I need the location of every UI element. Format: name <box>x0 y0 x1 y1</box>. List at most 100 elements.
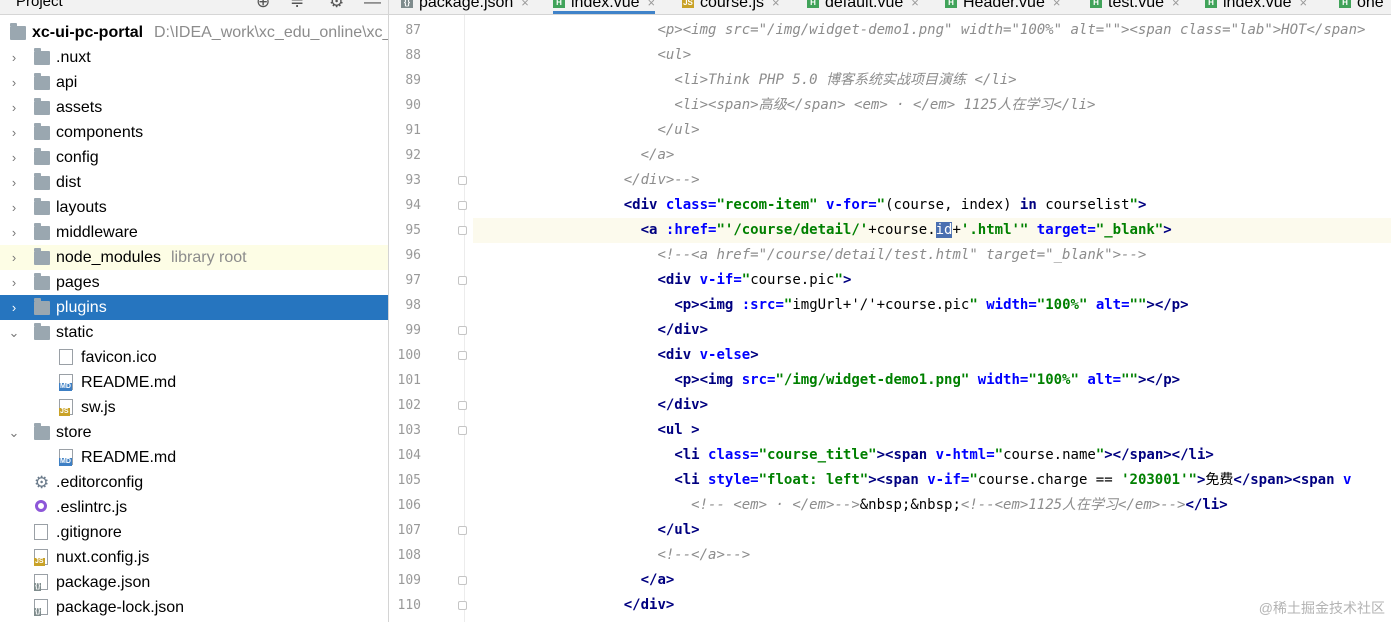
chevron-right-icon[interactable]: › <box>7 295 21 320</box>
code-line[interactable]: </div> <box>473 593 1391 618</box>
code-line[interactable]: </div> <box>473 318 1391 343</box>
chevron-right-icon[interactable]: › <box>7 45 21 70</box>
close-tab-icon[interactable]: × <box>648 0 656 10</box>
editor-tab[interactable]: Htest.vue × <box>1090 0 1180 14</box>
fold-marker-icon[interactable] <box>458 401 467 410</box>
chevron-right-icon[interactable]: › <box>7 170 21 195</box>
collapse-all-icon[interactable]: ≑ <box>290 0 304 12</box>
code-line[interactable]: <!--</a>--> <box>473 543 1391 568</box>
chevron-down-icon[interactable]: ⌄ <box>7 320 21 345</box>
settings-gear-icon[interactable]: ⚙ <box>329 0 344 12</box>
vue-file-icon: H <box>1339 0 1351 8</box>
tree-item[interactable]: › api <box>0 70 388 95</box>
editor-tab-label: default.vue <box>825 0 904 11</box>
close-tab-icon[interactable]: × <box>1172 0 1180 10</box>
code-line[interactable]: </a> <box>473 143 1391 168</box>
code-line[interactable]: <li>Think PHP 5.0 博客系统实战项目演练 </li> <box>473 68 1391 93</box>
fold-marker-icon[interactable] <box>458 351 467 360</box>
fold-marker-icon[interactable] <box>458 526 467 535</box>
fold-marker-icon[interactable] <box>458 226 467 235</box>
code-line[interactable]: <ul > <box>473 418 1391 443</box>
chevron-right-icon[interactable]: › <box>7 70 21 95</box>
editor-tab[interactable]: Hindex.vue × <box>553 0 656 14</box>
code-line[interactable]: <!--<a href="/course/detail/test.html" t… <box>473 243 1391 268</box>
code-line[interactable]: <p><img src="/img/widget-demo1.png" widt… <box>473 368 1391 393</box>
tree-root[interactable]: ⌄ xc-ui-pc-portal D:\IDEA_work\xc_edu_on… <box>0 20 388 45</box>
editor-tab[interactable]: Hone× <box>1339 0 1391 14</box>
fold-marker-icon[interactable] <box>458 276 467 285</box>
line-number: 100 <box>397 348 421 363</box>
project-pane-title[interactable]: Project <box>16 0 63 10</box>
tree-item[interactable]: ⚙ .editorconfig <box>0 470 388 495</box>
code-line[interactable]: <li><span>高级</span> <em> · </em> 1125人在学… <box>473 93 1391 118</box>
editor-tab[interactable]: JS course.js × <box>682 0 780 14</box>
code-line[interactable]: <a :href="'/course/detail/'+course.id+'.… <box>473 218 1391 243</box>
close-tab-icon[interactable]: × <box>1300 0 1308 10</box>
editor-tab[interactable]: Hindex.vue × <box>1205 0 1307 14</box>
close-tab-icon[interactable]: × <box>521 0 529 10</box>
chevron-down-icon[interactable]: ⌄ <box>7 420 21 445</box>
tree-item[interactable]: › middleware <box>0 220 388 245</box>
line-number: 97 <box>405 273 421 288</box>
fold-marker-icon[interactable] <box>458 201 467 210</box>
tree-item[interactable]: .eslintrc.js <box>0 495 388 520</box>
tree-item[interactable]: › components <box>0 120 388 145</box>
locate-icon[interactable]: ⊕ <box>256 0 270 12</box>
tree-item[interactable]: MD README.md <box>0 370 388 395</box>
chevron-right-icon[interactable]: › <box>7 95 21 120</box>
tree-item[interactable]: favicon.ico <box>0 345 388 370</box>
chevron-right-icon[interactable]: › <box>7 270 21 295</box>
tree-item[interactable]: › layouts <box>0 195 388 220</box>
editor-tab[interactable]: H Header.vue × <box>945 0 1060 14</box>
chevron-right-icon[interactable]: › <box>7 220 21 245</box>
tree-item[interactable]: .gitignore <box>0 520 388 545</box>
chevron-right-icon[interactable]: › <box>7 120 21 145</box>
tree-item[interactable]: ⌄ store <box>0 420 388 445</box>
code-line[interactable]: <!-- <em> · </em>-->&nbsp;&nbsp;<!--<em>… <box>473 493 1391 518</box>
tree-item[interactable]: › dist <box>0 170 388 195</box>
tree-item[interactable]: MD README.md <box>0 445 388 470</box>
tree-item[interactable]: › .nuxt <box>0 45 388 70</box>
tree-item[interactable]: JS sw.js <box>0 395 388 420</box>
vue-file-icon: H <box>1090 0 1102 8</box>
code-line[interactable]: </ul> <box>473 518 1391 543</box>
chevron-right-icon[interactable]: › <box>7 145 21 170</box>
chevron-right-icon[interactable]: › <box>7 245 21 270</box>
code-line[interactable]: <li style="float: left"><span v-if="cour… <box>473 468 1391 493</box>
close-tab-icon[interactable]: × <box>911 0 919 10</box>
tree-item[interactable]: JS nuxt.config.js <box>0 545 388 570</box>
fold-marker-icon[interactable] <box>458 426 467 435</box>
code-line[interactable]: </div>--> <box>473 168 1391 193</box>
fold-marker-icon[interactable] <box>458 326 467 335</box>
close-tab-icon[interactable]: × <box>772 0 780 10</box>
code-line[interactable]: </a> <box>473 568 1391 593</box>
code-line[interactable]: </div> <box>473 393 1391 418</box>
code-line[interactable]: <div v-if="course.pic"> <box>473 268 1391 293</box>
tree-item[interactable]: › assets <box>0 95 388 120</box>
tree-item[interactable]: {} package-lock.json <box>0 595 388 620</box>
code-line[interactable]: </ul> <box>473 118 1391 143</box>
code-line-text: <ul > <box>657 418 699 443</box>
fold-marker-icon[interactable] <box>458 176 467 185</box>
code-line[interactable]: <ul> <box>473 43 1391 68</box>
editor-tab[interactable]: Hdefault.vue × <box>807 0 919 14</box>
code-editor[interactable]: 87 88 89 90 91 92 93 94 95 96 97 98 99 100 101 102 103 10… <box>389 15 1391 622</box>
hide-pane-icon[interactable]: — <box>364 0 381 12</box>
editor-tab[interactable]: {} package.json × <box>401 0 529 14</box>
code-line[interactable]: <div class="recom-item" v-for="(course, … <box>473 193 1391 218</box>
tree-item[interactable]: ⌄ static <box>0 320 388 345</box>
tree-item[interactable]: › plugins <box>0 295 388 320</box>
fold-marker-icon[interactable] <box>458 576 467 585</box>
tree-item-label: .gitignore <box>56 524 122 541</box>
code-line[interactable]: <div v-else> <box>473 343 1391 368</box>
code-line[interactable]: <p><img :src="imgUrl+'/'+course.pic" wid… <box>473 293 1391 318</box>
close-tab-icon[interactable]: × <box>1053 0 1061 10</box>
tree-item[interactable]: {} package.json <box>0 570 388 595</box>
code-line[interactable]: <li class="course_title"><span v-html="c… <box>473 443 1391 468</box>
code-line[interactable]: <p><img src="/img/widget-demo1.png" widt… <box>473 18 1391 43</box>
tree-item[interactable]: › config <box>0 145 388 170</box>
tree-item[interactable]: › node_modules library root <box>0 245 388 270</box>
chevron-right-icon[interactable]: › <box>7 195 21 220</box>
tree-item[interactable]: › pages <box>0 270 388 295</box>
fold-marker-icon[interactable] <box>458 601 467 610</box>
